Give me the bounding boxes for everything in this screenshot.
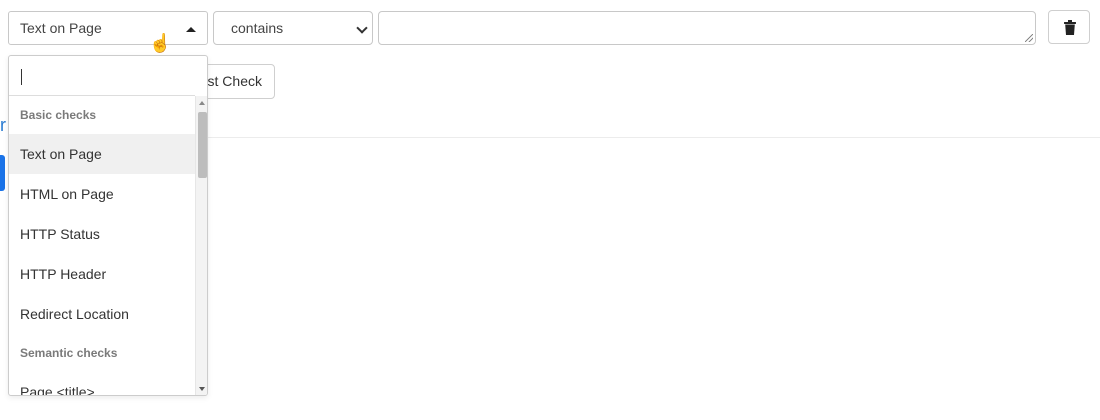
caret-up-icon [186, 27, 196, 32]
check-type-select[interactable]: Text on Page ☝ [8, 11, 208, 52]
option-html-on-page[interactable]: HTML on Page [9, 174, 195, 214]
test-check-button-label: st Check [207, 73, 262, 89]
option-page-title[interactable]: Page <title> [9, 372, 195, 395]
optgroup-label-basic: Basic checks [20, 108, 97, 122]
trash-icon [1064, 20, 1076, 35]
section-divider [208, 137, 1100, 138]
optgroup-label-semantic: Semantic checks [20, 346, 118, 360]
left-accent-bar [0, 155, 5, 191]
delete-check-button[interactable] [1048, 10, 1090, 44]
check-type-dropdown: Basic checks Text on Page HTML on Page H… [8, 55, 208, 396]
scrollbar-thumb[interactable] [198, 112, 207, 178]
left-link-fragment[interactable]: r [0, 115, 6, 136]
dropdown-options-list: Basic checks Text on Page HTML on Page H… [9, 96, 195, 395]
option-http-status[interactable]: HTTP Status [9, 214, 195, 254]
option-text-on-page[interactable]: Text on Page [9, 134, 195, 174]
text-caret [21, 69, 22, 85]
resize-grip-icon[interactable] [1025, 34, 1033, 42]
dropdown-scrollbar[interactable] [195, 96, 207, 395]
option-redirect-location[interactable]: Redirect Location [9, 294, 195, 334]
operator-select[interactable]: contains [213, 11, 373, 45]
hand-cursor-icon: ☝ [149, 33, 172, 53]
operator-select-value: contains [231, 20, 284, 36]
dropdown-search-input[interactable] [13, 60, 204, 93]
value-textarea[interactable] [378, 11, 1036, 45]
option-http-header[interactable]: HTTP Header [9, 254, 195, 294]
check-type-select-value: Text on Page [20, 20, 102, 36]
scroll-up-arrow-icon[interactable] [199, 101, 205, 105]
scroll-down-arrow-icon[interactable] [199, 387, 205, 391]
check-editor-page: Text on Page ☝ contains st Check r Basic… [0, 0, 1100, 420]
chevron-down-icon [356, 22, 368, 34]
